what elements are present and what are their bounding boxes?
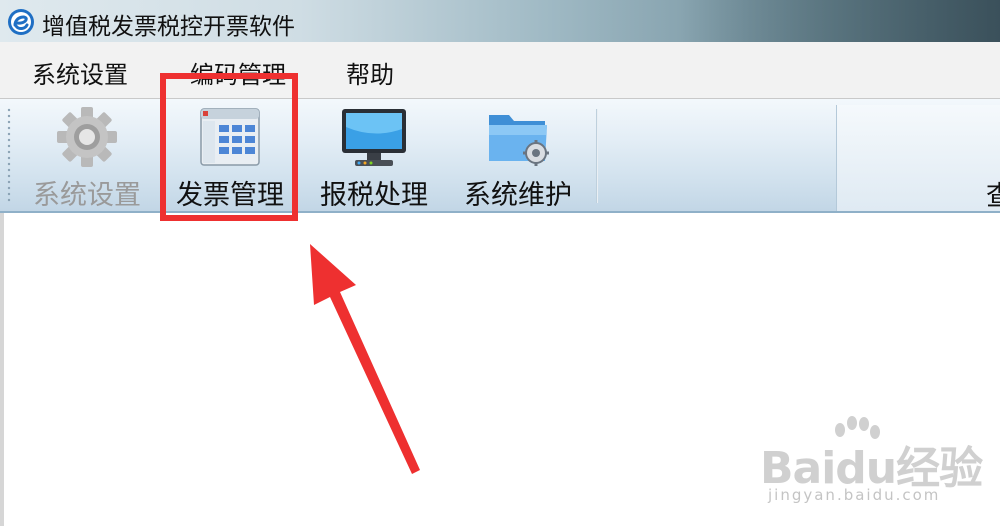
toolbar-grip[interactable] xyxy=(7,107,11,203)
app-window: 增值税发票税控开票软件 系统设置 编码管理 帮助 系统设置 发票管理 报税处理 … xyxy=(0,0,1000,526)
toolbar-separator xyxy=(596,109,598,203)
toolbar-tax-filing-button[interactable]: 报税处理 xyxy=(312,105,436,211)
folder-gear-icon xyxy=(489,115,549,166)
menu-system-settings[interactable]: 系统设置 xyxy=(32,55,128,90)
toolbar-system-maintenance-label: 系统维护 xyxy=(464,180,572,211)
monitor-icon xyxy=(342,109,406,166)
toolbar-system-settings-button[interactable]: 系统设置 xyxy=(22,105,152,211)
toolbar: 系统设置 发票管理 报税处理 系统维护 xyxy=(0,99,1000,213)
toolbar-tax-filing-label: 报税处理 xyxy=(320,180,428,211)
watermark-url: jingyan.baidu.com xyxy=(768,486,941,504)
window-title: 增值税发票税控开票软件 xyxy=(42,14,295,40)
toolbar-truncated-button-label[interactable]: 查 xyxy=(986,174,1000,213)
menu-help[interactable]: 帮助 xyxy=(346,55,394,90)
circular-e-logo-icon xyxy=(8,9,34,35)
title-bar: 增值税发票税控开票软件 xyxy=(0,0,1000,42)
gear-icon xyxy=(57,107,117,167)
toolbar-right-panel xyxy=(836,105,1000,211)
title-bar-background xyxy=(680,0,1000,42)
baidu-watermark: Baidu经验 jingyan.baidu.com xyxy=(760,416,990,516)
toolbar-system-maintenance-button[interactable]: 系统维护 xyxy=(454,105,582,211)
annotation-highlight-box xyxy=(160,73,298,221)
menu-bar: 系统设置 编码管理 帮助 xyxy=(0,42,1000,99)
toolbar-system-settings-label: 系统设置 xyxy=(33,180,141,211)
